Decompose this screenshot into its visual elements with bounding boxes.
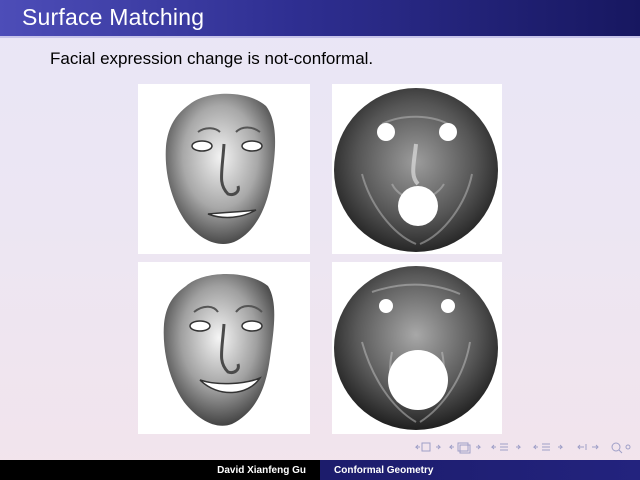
footer-author: David Xianfeng Gu xyxy=(217,464,306,476)
title-bar: Surface Matching xyxy=(0,0,640,38)
beamer-navigation[interactable] xyxy=(414,440,636,454)
face-mesh-smile xyxy=(138,262,310,434)
slide-title: Surface Matching xyxy=(22,4,205,30)
footer-course: Conformal Geometry xyxy=(334,464,434,476)
conformal-disk-map-neutral xyxy=(332,84,502,254)
footer-author-panel: David Xianfeng Gu xyxy=(0,460,320,480)
slide-footer: David Xianfeng Gu Conformal Geometry xyxy=(0,460,640,480)
footer-course-panel: Conformal Geometry xyxy=(320,460,640,480)
conformal-disk-map-smile xyxy=(332,262,502,434)
slide-subtitle: Facial expression change is not-conforma… xyxy=(50,49,374,68)
face-mesh-neutral xyxy=(138,84,310,254)
